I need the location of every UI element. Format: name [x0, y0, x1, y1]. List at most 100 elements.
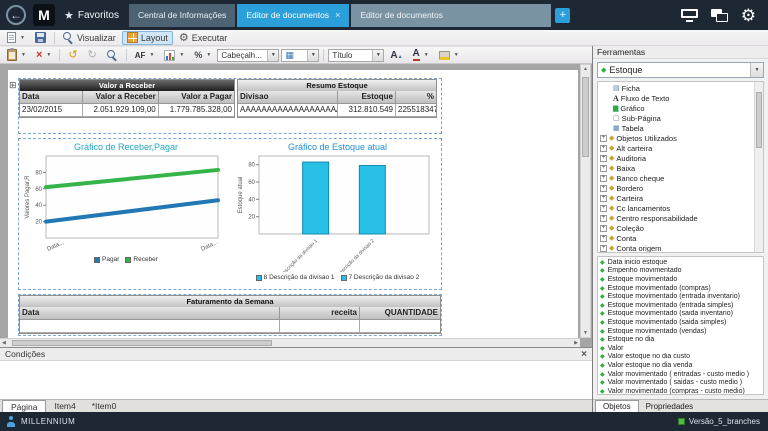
field-item[interactable]: ◆ Valor movimentado ( entradas - custo m… — [600, 370, 761, 379]
expand-plus-icon[interactable]: + — [600, 175, 607, 182]
field-item[interactable]: ◆ Estoque movimentado — [600, 275, 761, 284]
field-item[interactable]: ◆ Estoque movimentado (saida simples) — [600, 318, 761, 327]
percent-format-button[interactable]: %▼ — [190, 48, 215, 62]
tree-item[interactable]: + ◆ Conta — [600, 233, 751, 243]
text-style-combo[interactable]: Título▼ — [328, 49, 384, 62]
tree-item[interactable]: + ◆ Cc lancamentos — [600, 203, 751, 213]
expand-plus-icon[interactable]: + — [600, 235, 607, 242]
field-item[interactable]: ◆ Valor movimentado (compras - custo med… — [600, 387, 761, 395]
expand-plus-icon[interactable]: + — [600, 185, 607, 192]
tables-band[interactable]: Valor a Receber Data Valor a Receber Val… — [18, 78, 442, 134]
expand-plus-icon[interactable]: + — [600, 195, 607, 202]
tree-item[interactable]: ▆ Gráfico — [600, 103, 751, 113]
tab-2[interactable]: Editor de documentos — [351, 4, 551, 27]
expand-plus-icon[interactable]: + — [600, 215, 607, 222]
expand-plus-icon[interactable]: + — [600, 145, 607, 152]
tree-item[interactable]: + ◆ Carteira — [600, 193, 751, 203]
tab-1[interactable]: Editor de documentos× — [237, 4, 349, 27]
field-item[interactable]: ◆ Estoque movimentado (vendas) — [600, 327, 761, 336]
field-item[interactable]: ◆ Empenho movimentado — [600, 267, 761, 276]
back-button[interactable]: ← — [6, 5, 26, 25]
tab-close-icon[interactable]: × — [335, 10, 340, 20]
favorites-button[interactable]: ★ Favoritos — [64, 9, 119, 22]
field-item[interactable]: ◆ Valor — [600, 344, 761, 353]
tree-item[interactable]: + ◆ Banco cheque — [600, 173, 751, 183]
tree-item[interactable]: ▢ Sub-Página — [600, 113, 751, 123]
tree-scrollbar[interactable] — [754, 82, 763, 252]
chart-estoque-atual[interactable]: Gráfico de Estoque atual 20406080Estoque… — [235, 141, 440, 287]
scrollbar-thumb[interactable] — [756, 92, 762, 148]
scroll-left-icon[interactable]: ◀ — [2, 340, 6, 346]
field-item[interactable]: ◆ Valor movimentado ( saidas - custo med… — [600, 378, 761, 387]
tree-item[interactable]: + ◆ Conta origem — [600, 243, 751, 253]
scrollbar-thumb[interactable] — [12, 340, 272, 346]
font-size-button[interactable]: A▲ — [386, 48, 406, 62]
font-color-button[interactable]: A▼ — [409, 48, 433, 62]
undo-button[interactable]: ↺ — [64, 48, 81, 62]
panel-tab-1[interactable]: Propriedades — [639, 400, 701, 412]
header-style-combo[interactable]: Cabeçalh...▼ — [217, 49, 279, 62]
horizontal-scrollbar[interactable]: ◀ ▶ — [0, 338, 580, 347]
table-faturamento[interactable]: Faturamento da Semana Data receita QUANT… — [19, 295, 441, 334]
expand-plus-icon[interactable]: + — [600, 155, 607, 162]
expand-plus-icon[interactable]: + — [600, 135, 607, 142]
tree-item[interactable]: + ◆ Baixa — [600, 163, 751, 173]
tree-item[interactable]: + ◆ Alt carteira — [600, 143, 751, 153]
page-tab-2[interactable]: *Item0 — [84, 400, 125, 412]
tree-item[interactable]: + ◆ Bordero — [600, 183, 751, 193]
field-item[interactable]: ◆ Data inicio estoque — [600, 258, 761, 267]
delete-button[interactable]: ×▼ — [32, 48, 55, 62]
tree-item[interactable]: ▦ Tabela — [600, 123, 751, 133]
scroll-up-icon[interactable]: ▲ — [581, 66, 590, 72]
report-page[interactable]: ⊞ Valor a Receber Data Valor a Receber V… — [8, 70, 578, 338]
expand-plus-icon[interactable]: + — [600, 205, 607, 212]
selection-handle-icon[interactable]: ⊞ — [9, 80, 17, 91]
add-tab-button[interactable]: + — [555, 8, 570, 23]
field-item[interactable]: ◆ Valor estoque no dia custo — [600, 353, 761, 362]
visualizar-button[interactable]: Visualizar — [59, 31, 120, 45]
table-resumo-estoque[interactable]: Resumo Estoque Divisao Estoque % AAAAAAA… — [237, 79, 437, 118]
expand-plus-icon[interactable]: + — [600, 245, 607, 252]
field-item[interactable]: ◆ Estoque movimentado (saida inventario) — [600, 310, 761, 319]
charts-band[interactable]: Gráfico de Receber,Pagar 20406080Valores… — [18, 138, 442, 290]
field-item[interactable]: ◆ Estoque movimentado (entrada inventari… — [600, 292, 761, 301]
autoformat-button[interactable]: AF▼ — [131, 48, 159, 62]
tab-0[interactable]: Central de Informações — [129, 4, 235, 27]
design-canvas[interactable]: ⊞ Valor a Receber Data Valor a Receber V… — [0, 64, 592, 347]
table-style-combo[interactable]: ▦▼ — [281, 49, 319, 62]
settings-gear-icon[interactable]: ⚙ — [741, 7, 756, 24]
scrollbar-thumb[interactable] — [582, 77, 589, 157]
fill-color-button[interactable]: ▼ — [435, 48, 463, 62]
field-item[interactable]: ◆ Estoque movimentado (compras) — [600, 284, 761, 293]
page-tab-1[interactable]: Item4 — [46, 400, 83, 412]
tree-item[interactable]: + ◆ Coleção — [600, 223, 751, 233]
chat-icon[interactable] — [711, 9, 728, 22]
panel-tab-0[interactable]: Objetos — [595, 400, 639, 412]
field-item[interactable]: ◆ Estoque movimentado (entrada simples) — [600, 301, 761, 310]
entity-combo[interactable]: ◆ Estoque ▼ — [597, 62, 764, 78]
close-icon[interactable]: × — [581, 349, 587, 360]
chart-receber-pagar[interactable]: Gráfico de Receber,Pagar 20406080Valores… — [22, 141, 230, 287]
redo-button[interactable]: ↻ — [84, 48, 101, 62]
new-document-button[interactable]: ▼ — [3, 31, 29, 45]
scroll-down-icon[interactable]: ▼ — [581, 330, 590, 336]
executar-button[interactable]: ⚙Executar — [175, 31, 231, 45]
page-tab-0[interactable]: Página — [2, 400, 46, 412]
layout-button[interactable]: Layout — [122, 31, 173, 45]
expand-plus-icon[interactable]: + — [600, 165, 607, 172]
zoom-button[interactable] — [103, 48, 122, 62]
table-valor-receber[interactable]: Valor a Receber Data Valor a Receber Val… — [19, 79, 235, 118]
tree-item[interactable]: + ◆ Objetos Utilizados — [600, 133, 751, 143]
tree-item[interactable]: + ◆ Centro responsabilidade — [600, 213, 751, 223]
vertical-scrollbar[interactable]: ▲ ▼ — [580, 64, 591, 338]
field-item[interactable]: ◆ Estoque no dia — [600, 335, 761, 344]
tree-item[interactable]: ▤ Ficha — [600, 83, 751, 93]
scroll-right-icon[interactable]: ▶ — [574, 340, 578, 346]
expand-plus-icon[interactable]: + — [600, 225, 607, 232]
save-button[interactable] — [31, 31, 50, 45]
faturamento-band[interactable]: Faturamento da Semana Data receita QUANT… — [18, 294, 442, 336]
monitor-icon[interactable] — [681, 9, 698, 22]
field-item[interactable]: ◆ Valor estoque no dia venda — [600, 361, 761, 370]
tree-item[interactable]: + ◆ Auditoria — [600, 153, 751, 163]
insert-chart-button[interactable]: ▼ — [160, 48, 188, 62]
